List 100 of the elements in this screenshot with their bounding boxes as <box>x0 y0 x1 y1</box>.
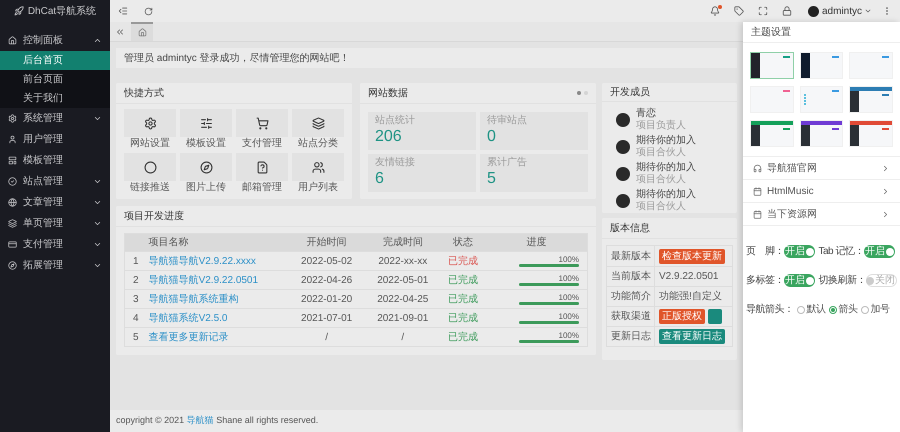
avatar <box>616 194 630 208</box>
chevron-down-icon <box>93 198 102 207</box>
radio-option[interactable]: 加号 <box>860 302 890 317</box>
stat-value: 5 <box>487 169 497 189</box>
panel-title: 快捷方式 <box>124 86 165 100</box>
progress-percent: 100% <box>558 293 579 302</box>
action-button[interactable]: 正版授权 <box>659 309 705 324</box>
refresh-icon[interactable] <box>144 6 153 16</box>
table-cell: 2021-09-01 <box>364 308 441 328</box>
info-value: V2.9.22.0501 <box>659 270 718 284</box>
action-button[interactable]: 检查版本更新 <box>659 248 725 264</box>
copyright-text: copyright © 2021 导航猫 Shane all rights reserved. <box>116 414 318 428</box>
globe-icon <box>8 198 17 207</box>
sidebar-item[interactable]: 用户管理 <box>0 129 110 150</box>
table-cell: / <box>364 328 441 346</box>
lock-icon[interactable] <box>782 6 792 16</box>
table-cell: 2 <box>124 270 139 290</box>
status-text: 已完成 <box>440 290 486 308</box>
table-cell: 3 <box>124 290 139 308</box>
stat-value: 0 <box>487 127 497 147</box>
chevron-right-icon <box>881 210 890 218</box>
chevron-down-icon <box>93 114 102 123</box>
layout-icon <box>8 156 17 165</box>
user-menu[interactable]: admintyc <box>822 4 862 18</box>
link-row[interactable]: 当下资源网 <box>743 203 900 226</box>
menu-fold-icon[interactable] <box>118 6 128 16</box>
bell-icon[interactable] <box>710 6 720 16</box>
radio-option[interactable]: 箭头 <box>828 302 858 317</box>
avatar <box>616 113 630 127</box>
stat-label: 友情链接 <box>375 157 416 169</box>
chevron-up-icon <box>93 36 102 45</box>
panel-title: 项目开发进度 <box>124 210 185 224</box>
panel-title: 网站数据 <box>368 86 409 100</box>
table-cell: 2022-04-25 <box>364 290 441 308</box>
table-cell: 1 <box>124 252 139 270</box>
table-cell: 5 <box>124 328 139 346</box>
notice-text: 管理员 admintyc 登录成功，尽情管理您的网站吧！ <box>124 52 350 66</box>
info-value: 功能强!自定义 <box>659 290 722 304</box>
submenu-item[interactable]: 关于我们 <box>0 89 110 108</box>
user-icon <box>8 135 17 144</box>
sidebar-item[interactable]: 支付管理 <box>0 234 110 255</box>
compass-icon <box>200 160 212 174</box>
member-name: 期待你的加入 <box>636 135 696 147</box>
submenu-item[interactable]: 后台首页 <box>0 51 110 70</box>
column-header: 进度 <box>486 234 588 252</box>
action-button[interactable]: 查看更新日志 <box>659 329 725 344</box>
table-cell: 2022-xx-xx <box>364 252 441 270</box>
document-icon <box>256 160 268 174</box>
collapse-tabs-icon[interactable] <box>115 26 125 36</box>
sidebar-item[interactable]: 文章管理 <box>0 192 110 213</box>
member-role: 项目合伙人 <box>636 174 687 186</box>
switch-label: 页 脚： <box>746 244 784 259</box>
chevron-down-icon <box>93 261 102 270</box>
info-label: 获取渠道 <box>607 307 655 326</box>
chevron-down-icon <box>93 219 102 228</box>
panel-title: 开发成员 <box>610 86 651 100</box>
column-header: 项目名称 <box>138 234 289 252</box>
app-logo: DhCat导航系统 <box>28 4 96 18</box>
progress-percent: 100% <box>558 255 579 264</box>
chevron-right-icon <box>881 186 890 196</box>
stat-label: 站点统计 <box>375 115 416 127</box>
progress-percent: 100% <box>558 274 579 283</box>
table-cell: 2022-04-26 <box>288 270 365 290</box>
sidebar-item[interactable]: 单页管理 <box>0 213 110 234</box>
layers-icon <box>312 116 324 130</box>
member-role: 项目合伙人 <box>636 147 687 159</box>
member-role: 项目合伙人 <box>636 201 687 213</box>
rocket-icon <box>14 6 24 16</box>
radio-label: 导航箭头： <box>746 302 794 317</box>
column-header: 完成时间 <box>364 234 441 252</box>
tag-icon[interactable] <box>734 6 744 16</box>
stat-label: 累计广告 <box>487 157 528 169</box>
status-text: 已完成 <box>440 252 486 270</box>
sidebar-item[interactable]: 模板管理 <box>0 150 110 171</box>
fullscreen-icon[interactable] <box>758 6 768 16</box>
member-name: 期待你的加入 <box>636 162 696 174</box>
sidebar-item[interactable]: 系统管理 <box>0 108 110 129</box>
calendar-icon <box>753 186 762 196</box>
sidebar-item[interactable]: 拓展管理 <box>0 255 110 276</box>
radio-option[interactable]: 默认 <box>796 302 826 317</box>
chevron-down-icon <box>93 177 102 186</box>
home-tab[interactable] <box>131 22 153 41</box>
info-label: 最新版本 <box>607 246 655 266</box>
stat-label: 待审站点 <box>487 115 528 127</box>
home-icon <box>138 28 146 37</box>
submenu-item[interactable]: 前台页面 <box>0 70 110 89</box>
link-row[interactable]: 导航猫官网 <box>743 157 900 180</box>
avatar <box>616 167 630 181</box>
sliders-icon <box>200 116 212 130</box>
member-role: 项目负责人 <box>636 120 686 132</box>
switch-label: 多标签： <box>746 274 784 288</box>
switch-label: 切换刷新： <box>818 274 866 288</box>
gear-icon <box>144 116 156 130</box>
theme-thumbnail[interactable] <box>750 52 794 79</box>
status-text: 已完成 <box>440 328 486 346</box>
sidebar-item[interactable]: 控制面板 <box>0 30 110 51</box>
check-circle-icon <box>8 177 17 186</box>
link-row[interactable]: HtmlMusic <box>743 180 900 203</box>
avatar[interactable] <box>808 6 819 16</box>
sidebar-item[interactable]: 站点管理 <box>0 171 110 192</box>
